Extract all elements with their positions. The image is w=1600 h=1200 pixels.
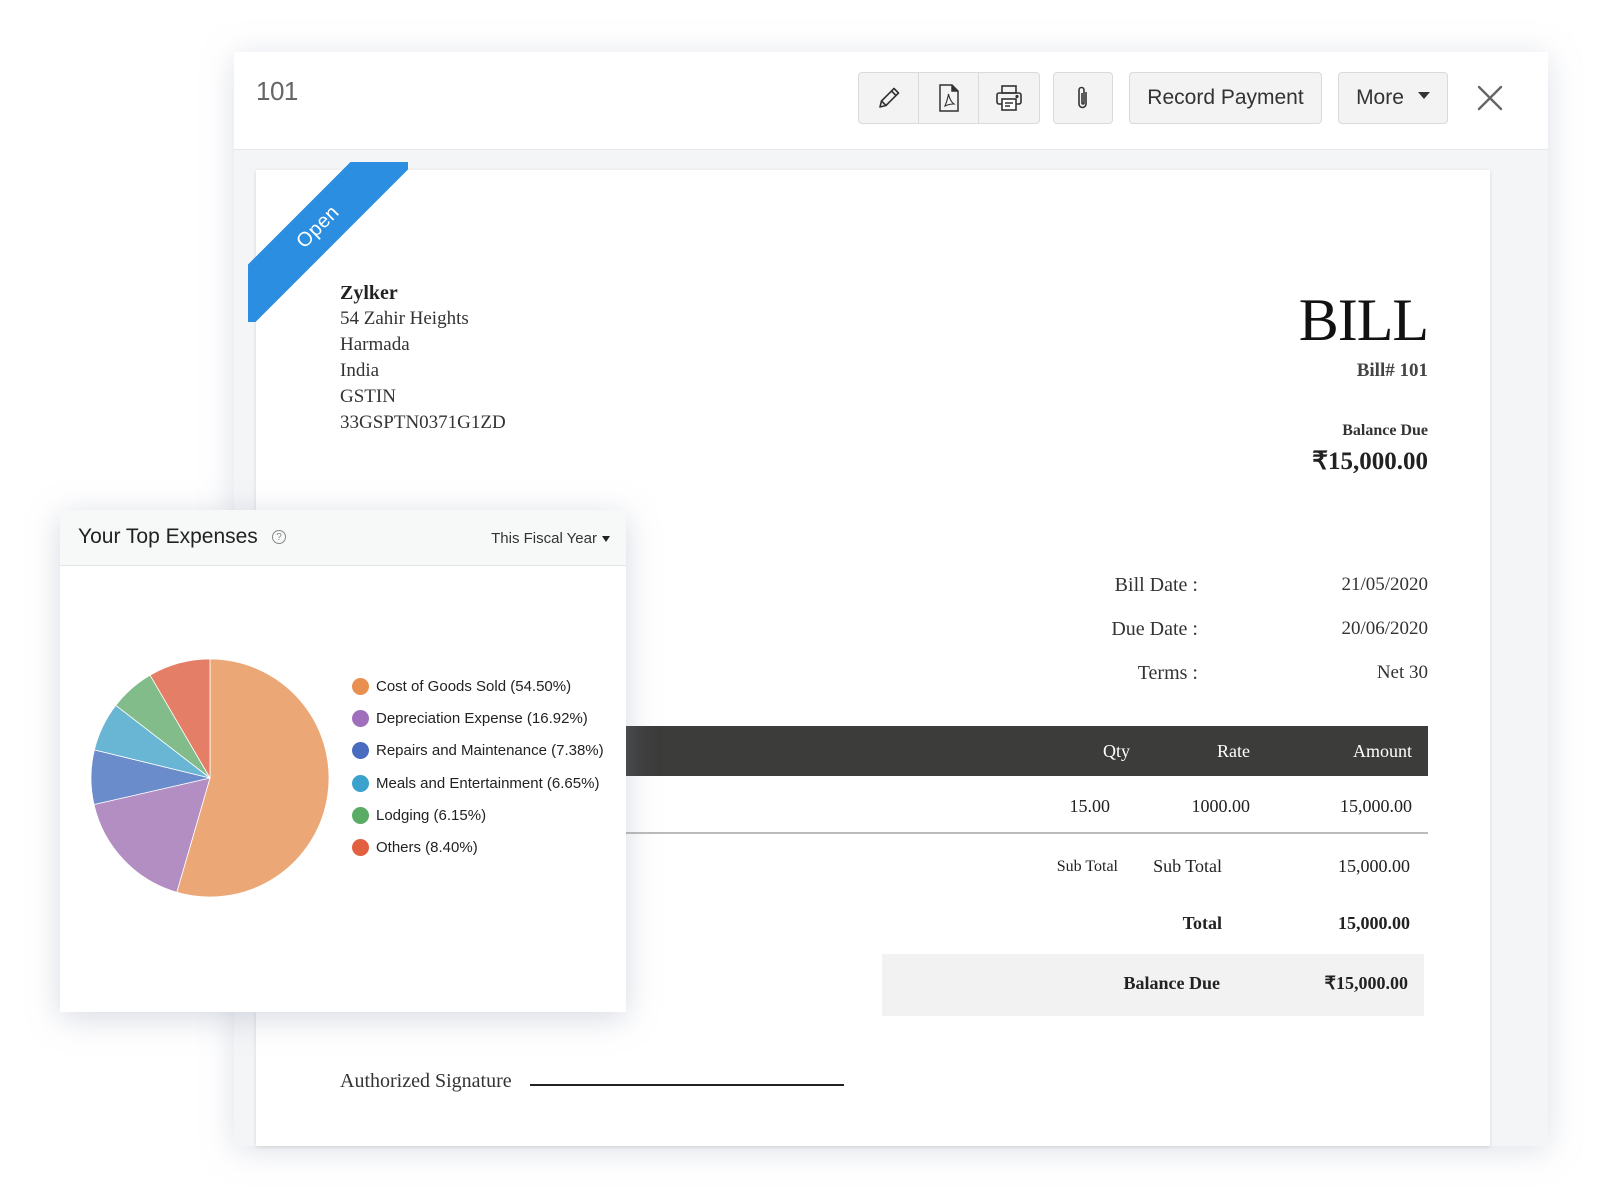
- period-label: This Fiscal Year: [491, 530, 597, 547]
- legend-color-dot: [352, 806, 369, 824]
- attach-button-group: [1053, 72, 1113, 124]
- legend-color-dot: [352, 839, 369, 857]
- chart-legend: Cost of Goods Sold (54.50%) Depreciation …: [352, 670, 604, 864]
- legend-item[interactable]: Repairs and Maintenance (7.38%): [352, 735, 604, 767]
- pencil-icon: [878, 87, 899, 108]
- legend-item[interactable]: Meals and Entertainment (6.65%): [352, 767, 604, 799]
- due-date-label: Due Date :: [1111, 618, 1198, 640]
- subtotal-small-label: Sub Total: [1056, 858, 1118, 875]
- pdf-icon: [938, 84, 959, 112]
- widget-header: Your Top Expenses ? This Fiscal Year: [60, 510, 626, 566]
- terms-label: Terms :: [1137, 662, 1198, 684]
- legend-color-dot: [352, 709, 369, 727]
- help-icon[interactable]: ?: [272, 530, 286, 544]
- legend-label: Repairs and Maintenance (7.38%): [376, 742, 604, 760]
- subtotal-value: 15,000.00: [1338, 856, 1410, 876]
- widget-title: Your Top Expenses: [78, 525, 258, 548]
- terms-value: Net 30: [1376, 662, 1428, 683]
- balance-due-total-value: ₹15,000.00: [1324, 973, 1408, 993]
- close-icon: [1477, 85, 1503, 111]
- legend-label: Lodging (6.15%): [376, 806, 487, 824]
- total-label: Total: [1182, 913, 1222, 933]
- vendor-name: Zylker: [340, 282, 398, 304]
- balance-due-label: Balance Due: [1342, 422, 1428, 439]
- expenses-pie-chart: [90, 658, 330, 898]
- legend-item[interactable]: Others (8.40%): [352, 831, 604, 863]
- caret-down-icon: [602, 535, 610, 542]
- caret-down-icon: [1417, 91, 1430, 99]
- action-button-group: [858, 72, 1040, 124]
- legend-label: Meals and Entertainment (6.65%): [376, 774, 600, 792]
- edit-button[interactable]: [859, 73, 919, 123]
- document-heading: BILL: [1298, 287, 1429, 353]
- printer-icon: [996, 85, 1022, 111]
- vendor-address: Zylker 54 Zahir Heights Harmada India GS…: [340, 280, 506, 436]
- vendor-address-line1: 54 Zahir Heights: [340, 308, 469, 329]
- legend-label: Cost of Goods Sold (54.50%): [376, 677, 572, 695]
- item-rate: 1000.00: [1191, 796, 1251, 816]
- vendor-country: India: [340, 360, 380, 381]
- subtotal-label: Sub Total: [1153, 856, 1222, 876]
- item-qty: 15.00: [1069, 796, 1111, 816]
- vendor-gstin: 33GSPTN0371G1ZD: [340, 412, 506, 433]
- period-dropdown[interactable]: This Fiscal Year: [491, 530, 610, 547]
- attach-button[interactable]: [1054, 73, 1112, 123]
- legend-label: Depreciation Expense (16.92%): [376, 709, 588, 727]
- bill-number: Bill# 101: [1356, 360, 1428, 381]
- total-value: 15,000.00: [1338, 913, 1410, 933]
- column-header-rate: Rate: [1217, 741, 1250, 761]
- window-header: 101 Record Payment More: [234, 52, 1548, 150]
- legend-item[interactable]: Depreciation Expense (16.92%): [352, 702, 604, 734]
- balance-due-box: Balance Due ₹15,000.00: [882, 954, 1424, 1016]
- pdf-button[interactable]: [919, 73, 979, 123]
- balance-due-total-label: Balance Due: [1123, 973, 1221, 993]
- paperclip-icon: [1078, 86, 1087, 109]
- record-payment-button[interactable]: Record Payment: [1129, 72, 1322, 124]
- legend-color-dot: [352, 774, 369, 792]
- legend-label: Others (8.40%): [376, 839, 478, 857]
- balance-due-amount: ₹15,000.00: [1312, 448, 1428, 475]
- more-dropdown-button[interactable]: More: [1338, 72, 1448, 124]
- item-amount: 15,000.00: [1340, 796, 1412, 816]
- more-label: More: [1356, 86, 1404, 109]
- vendor-gstin-label: GSTIN: [340, 386, 396, 407]
- authorized-signature-label: Authorized Signature: [340, 1070, 512, 1092]
- vendor-address-line2: Harmada: [340, 334, 410, 355]
- legend-color-dot: [352, 742, 369, 760]
- window-title: 101: [256, 76, 298, 106]
- legend-color-dot: [352, 677, 369, 695]
- legend-item[interactable]: Cost of Goods Sold (54.50%): [352, 670, 604, 702]
- column-header-amount: Amount: [1352, 741, 1412, 761]
- top-expenses-widget: Your Top Expenses ? This Fiscal Year Cos…: [60, 510, 626, 1012]
- bill-date-label: Bill Date :: [1114, 574, 1198, 596]
- print-button[interactable]: [979, 73, 1039, 123]
- close-button[interactable]: [1472, 80, 1508, 116]
- signature-line: [530, 1084, 844, 1086]
- legend-item[interactable]: Lodging (6.15%): [352, 799, 604, 831]
- column-header-qty: Qty: [1103, 741, 1130, 761]
- bill-date-value: 21/05/2020: [1341, 574, 1428, 595]
- due-date-value: 20/06/2020: [1341, 618, 1428, 639]
